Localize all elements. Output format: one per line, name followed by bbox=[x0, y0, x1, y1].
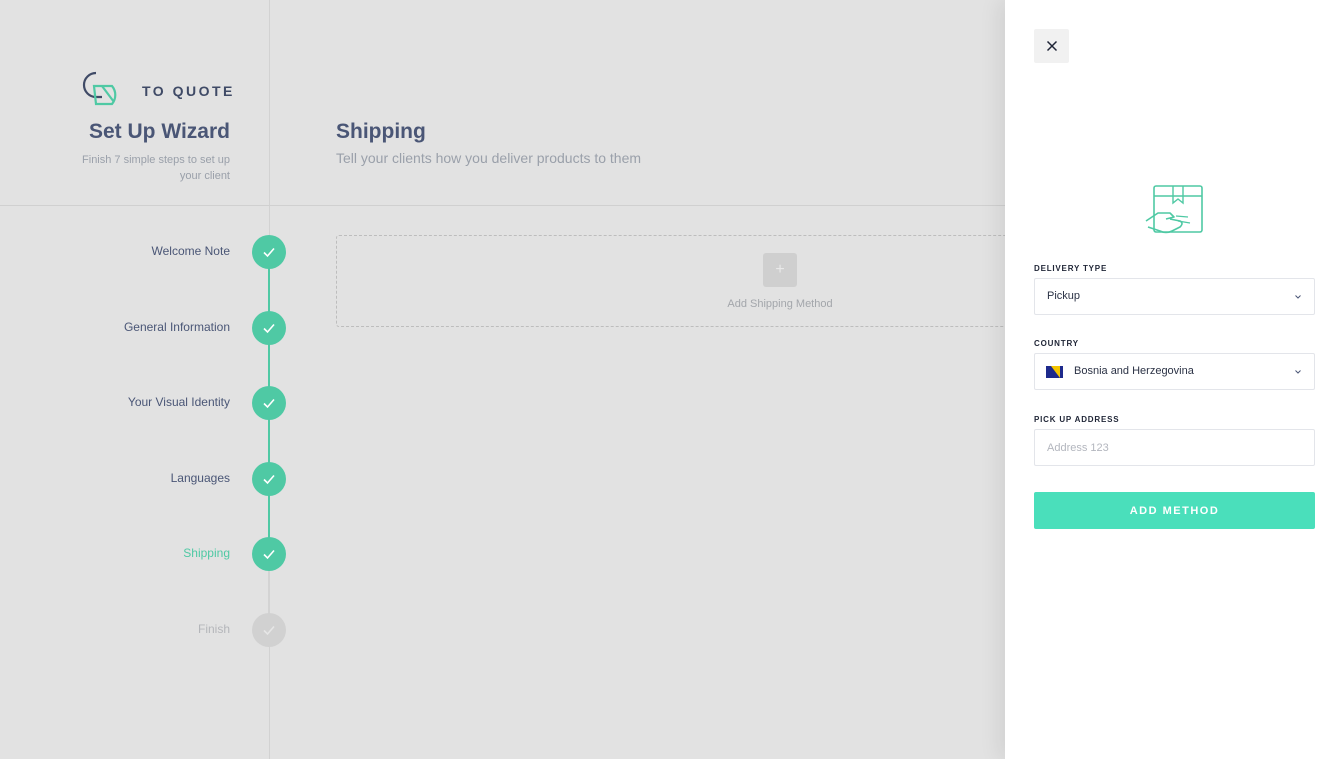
wizard-title: Set Up Wizard bbox=[89, 120, 230, 143]
step-languages[interactable]: Languages bbox=[0, 462, 290, 496]
close-button[interactable] bbox=[1034, 29, 1069, 63]
step-label: Welcome Note bbox=[151, 244, 230, 258]
add-method-button[interactable]: ADD METHOD bbox=[1034, 492, 1315, 529]
step-label: Shipping bbox=[183, 546, 230, 560]
step-check bbox=[252, 311, 286, 345]
brand: TO QUOTE bbox=[82, 70, 235, 110]
check-icon bbox=[263, 474, 275, 485]
step-finish[interactable]: Finish bbox=[0, 613, 290, 647]
step-check bbox=[252, 537, 286, 571]
step-label: Finish bbox=[197, 622, 230, 636]
step-welcome-note[interactable]: Welcome Note bbox=[0, 235, 290, 269]
wizard-subtitle: Finish 7 simple steps to set up your cli… bbox=[82, 154, 230, 182]
step-check bbox=[252, 613, 286, 647]
chevron-down-icon bbox=[1295, 295, 1301, 299]
check-icon bbox=[263, 625, 275, 636]
pickup-address-label: PICK UP ADDRESS bbox=[1034, 415, 1120, 424]
step-check bbox=[252, 462, 286, 496]
step-check bbox=[252, 235, 286, 269]
add-button[interactable]: + bbox=[763, 253, 797, 287]
check-icon bbox=[263, 247, 275, 258]
check-icon bbox=[263, 398, 275, 409]
step-label: General Information bbox=[123, 320, 230, 334]
country-value: Bosnia and Herzegovina bbox=[1074, 365, 1194, 377]
check-icon bbox=[263, 323, 275, 334]
close-icon bbox=[1046, 40, 1057, 52]
country-select[interactable]: Bosnia and Herzegovina bbox=[1034, 353, 1315, 390]
step-shipping[interactable]: Shipping bbox=[0, 537, 290, 571]
step-general-information[interactable]: General Information bbox=[0, 311, 290, 345]
step-check bbox=[252, 386, 286, 420]
step-label: Your Visual Identity bbox=[127, 395, 230, 409]
delivery-type-label: DELIVERY TYPE bbox=[1034, 264, 1108, 273]
to-quote-logo-icon bbox=[82, 71, 117, 106]
country-label: COUNTRY bbox=[1034, 339, 1079, 348]
pickup-address-input[interactable] bbox=[1034, 429, 1315, 466]
page-title: Shipping bbox=[336, 120, 426, 143]
delivery-type-value: Pickup bbox=[1047, 290, 1081, 302]
check-icon bbox=[263, 549, 275, 560]
shipping-method-panel: DELIVERY TYPE Pickup COUNTRY Bosnia and … bbox=[1005, 0, 1343, 759]
package-handover-icon bbox=[1145, 185, 1203, 234]
step-label: Languages bbox=[170, 471, 230, 485]
add-shipping-method[interactable]: + Add Shipping Method bbox=[336, 235, 1036, 327]
page-subtitle: Tell your clients how you deliver produc… bbox=[336, 150, 642, 166]
bosnia-flag-icon bbox=[1046, 366, 1063, 378]
step-visual-identity[interactable]: Your Visual Identity bbox=[0, 386, 290, 420]
delivery-type-select[interactable]: Pickup bbox=[1034, 278, 1315, 315]
chevron-down-icon bbox=[1295, 370, 1301, 374]
divider-horizontal bbox=[0, 205, 1005, 206]
brand-name: TO QUOTE bbox=[142, 83, 235, 99]
